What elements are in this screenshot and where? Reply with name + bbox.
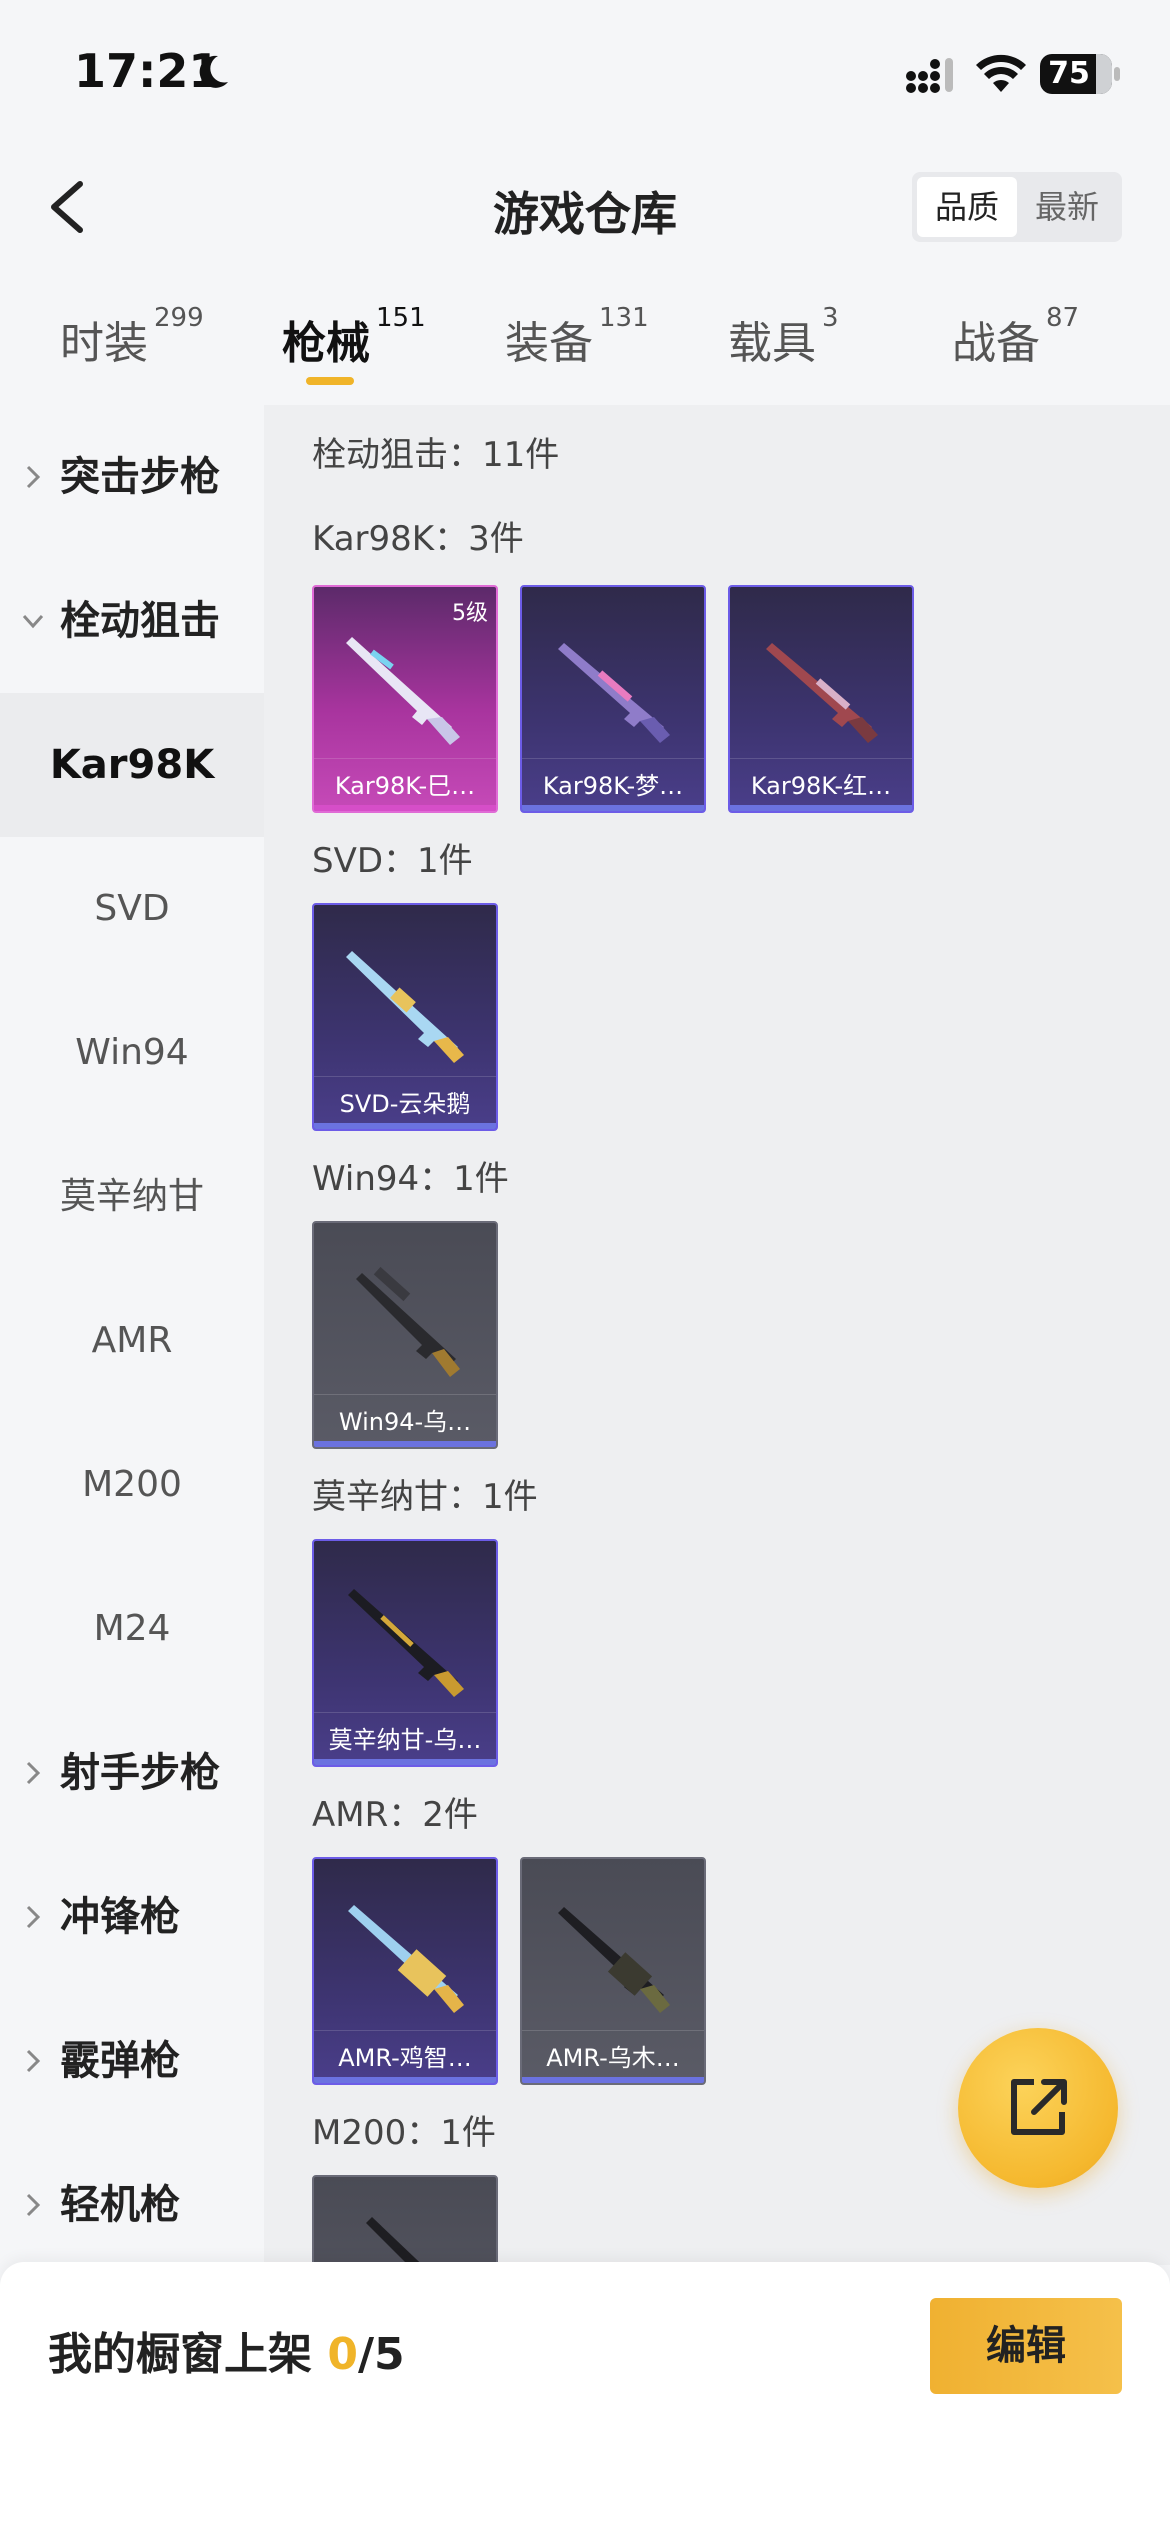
share-icon [1011, 2079, 1067, 2135]
item-name: Kar98K-红… [750, 772, 892, 800]
sidebar-item-amr[interactable]: AMR [0, 1269, 264, 1413]
sidebar-item-m200[interactable]: M200 [0, 1413, 264, 1557]
chevron-right-icon [26, 465, 41, 489]
item-name: AMR-乌木… [546, 2044, 680, 2072]
sidebar-group-assault-rifle[interactable]: 突击步枪 [0, 405, 264, 549]
sort-by-quality[interactable]: 品质 [917, 177, 1017, 237]
item-card[interactable]: Kar98K-梦… [520, 585, 706, 813]
sidebar-item-svd[interactable]: SVD [0, 837, 264, 981]
status-bar: 17:21 75 [0, 0, 1170, 150]
sidebar-item-mosin[interactable]: 莫辛纳甘 [0, 1125, 264, 1269]
item-name: 莫辛纳甘-乌… [328, 1726, 482, 1754]
sidebar-item-m24[interactable]: M24 [0, 1557, 264, 1701]
category-summary: 栓动狙击：11件 [312, 435, 560, 475]
tab-vehicles[interactable]: 载具 3 [728, 303, 839, 371]
category-tabs: 时装 299 枪械 151 装备 131 载具 3 战备 87 [0, 295, 1170, 405]
showcase-label: 我的橱窗上架 0/5 [48, 2329, 405, 2380]
rifle-icon [348, 1905, 464, 2013]
sidebar-group-shotgun[interactable]: 霰弹枪 [0, 1989, 264, 2133]
item-name: Kar98K-巳… [334, 772, 476, 800]
sort-toggle: 品质 最新 [912, 172, 1122, 242]
battery-icon: 75 [1040, 54, 1120, 94]
item-card[interactable] [312, 2175, 498, 2265]
item-name: Kar98K-梦… [542, 772, 684, 800]
section-title: M200：1件 [312, 2113, 496, 2153]
sidebar-group-marksman-rifle[interactable]: 射手步枪 [0, 1701, 264, 1845]
item-card[interactable]: 5级 Kar98K-巳… [312, 585, 498, 813]
rifle-icon [558, 1907, 670, 2013]
section-title: Win94：1件 [312, 1159, 509, 1199]
section-title: 莫辛纳甘：1件 [312, 1477, 538, 1517]
tab-weapons[interactable]: 枪械 151 [282, 303, 426, 371]
item-name: SVD-云朵鹅 [339, 1090, 471, 1118]
rifle-icon [366, 2217, 423, 2265]
item-name: Win94-乌… [338, 1408, 472, 1436]
item-card[interactable]: Win94-乌… [312, 1221, 498, 1449]
item-name: AMR-鸡智… [338, 2044, 472, 2072]
rifle-icon [766, 643, 878, 743]
tab-equipment[interactable]: 装备 131 [505, 303, 649, 371]
edit-button[interactable]: 编辑 [930, 2298, 1122, 2394]
sidebar-group-smg[interactable]: 冲锋枪 [0, 1845, 264, 1989]
sidebar-group-bolt-sniper[interactable]: 栓动狙击 [0, 549, 264, 693]
rifle-icon [348, 1589, 464, 1697]
moon-icon [199, 55, 228, 88]
section-title: SVD：1件 [312, 841, 473, 881]
rifle-icon [346, 637, 460, 745]
nav-bar: 游戏仓库 品质 最新 [0, 150, 1170, 265]
sidebar-item-kar98k[interactable]: Kar98K [0, 693, 264, 837]
chevron-down-icon [22, 614, 44, 629]
section-title: AMR：2件 [312, 1795, 478, 1835]
tab-fashion[interactable]: 时装 299 [60, 303, 204, 371]
item-card[interactable]: AMR-乌木… [520, 1857, 706, 2085]
active-tab-indicator [306, 377, 354, 385]
item-card[interactable]: 莫辛纳甘-乌… [312, 1539, 498, 1767]
item-card[interactable]: SVD-云朵鹅 [312, 903, 498, 1131]
wifi-icon [976, 54, 1026, 92]
chevron-right-icon [26, 1761, 41, 1785]
sidebar: 突击步枪 栓动狙击 Kar98K SVD Win94 莫辛纳甘 AMR M200… [0, 405, 264, 2265]
chevron-right-icon [26, 2049, 41, 2073]
battery-level: 75 [1048, 56, 1090, 91]
rifle-icon [356, 1266, 460, 1377]
share-button[interactable] [958, 2028, 1118, 2188]
tab-supplies[interactable]: 战备 87 [952, 303, 1079, 371]
chevron-right-icon [26, 1905, 41, 1929]
item-grid: 栓动狙击：11件 Kar98K：3件 5级 Kar98K-巳… Kar98K-梦… [264, 405, 1170, 2265]
item-card[interactable]: Kar98K-红… [728, 585, 914, 813]
rifle-icon [558, 643, 670, 743]
rifle-icon [346, 951, 464, 1063]
signal-icon [906, 58, 953, 93]
chevron-right-icon [26, 2193, 41, 2217]
item-card[interactable]: AMR-鸡智… [312, 1857, 498, 2085]
sort-by-latest[interactable]: 最新 [1017, 177, 1117, 237]
showcase-bar: 我的橱窗上架 0/5 编辑 [0, 2262, 1170, 2532]
sidebar-group-lmg[interactable]: 轻机枪 [0, 2133, 264, 2277]
section-title: Kar98K：3件 [312, 519, 524, 559]
sidebar-item-win94[interactable]: Win94 [0, 981, 264, 1125]
showcase-count: 0 [327, 2329, 358, 2380]
